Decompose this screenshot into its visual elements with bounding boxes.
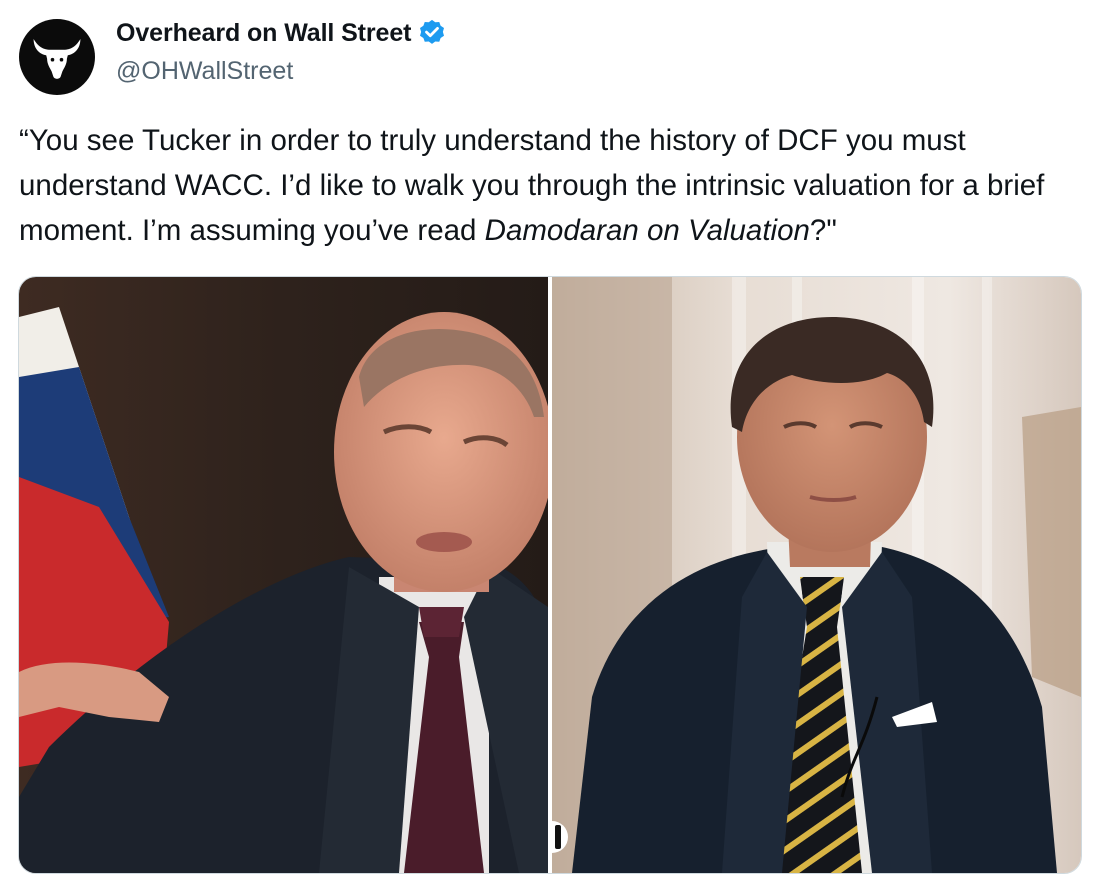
tweet-text: “You see Tucker in order to truly unders… (19, 118, 1079, 253)
left-interview-photo[interactable] (19, 277, 548, 873)
author-handle[interactable]: @OHWallStreet (116, 57, 293, 86)
author-name-row: Overheard on Wall Street (116, 18, 447, 48)
display-name[interactable]: Overheard on Wall Street (116, 19, 411, 48)
tweet: Overheard on Wall Street @OHWallStreet “… (0, 0, 1093, 888)
avatar[interactable] (19, 19, 95, 95)
verified-badge-icon[interactable] (417, 18, 447, 48)
tweet-text-end: ?" (809, 214, 837, 247)
tweet-text-italic: Damodaran on Valuation (484, 214, 810, 247)
media-grid (18, 276, 1082, 874)
right-interview-photo[interactable] (552, 277, 1081, 873)
bull-head-icon (33, 39, 81, 79)
